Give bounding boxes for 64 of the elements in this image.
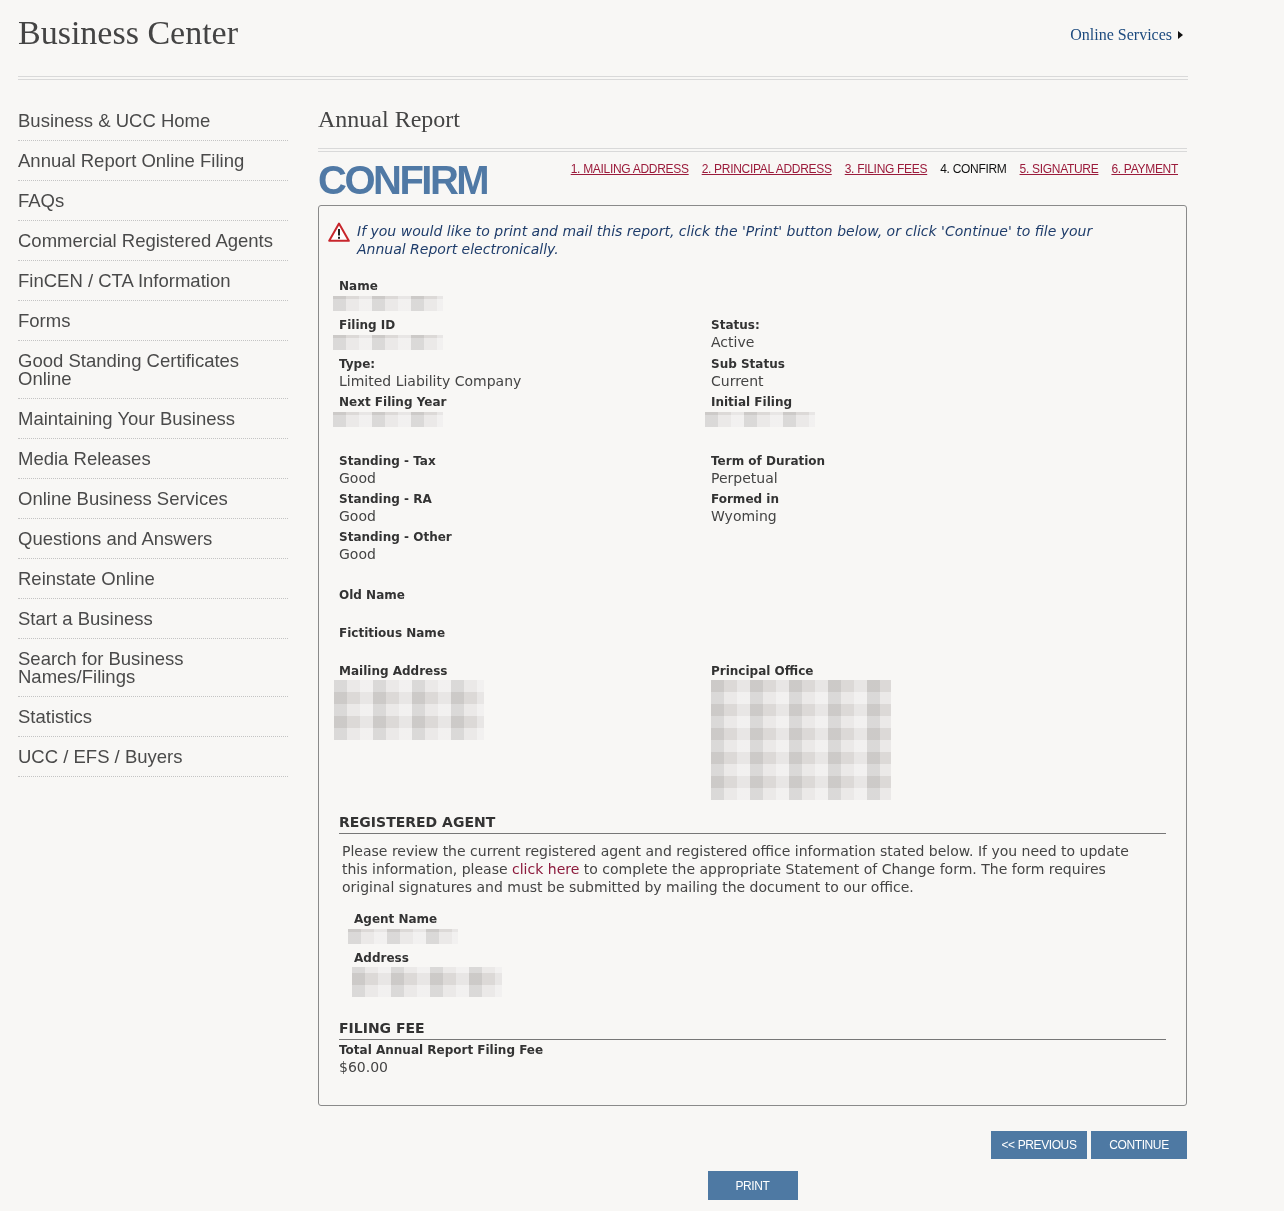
- sidebar-link[interactable]: Business & UCC Home: [18, 101, 288, 141]
- field-label: Next Filing Year: [339, 394, 448, 411]
- nav-button[interactable]: << PREVIOUS: [991, 1131, 1087, 1159]
- notice-text: If you would like to print and mail this report, click the 'Print' button below, or click 'Continue' to file your Annual Report electronically.: [357, 222, 1094, 258]
- field-label: Status:: [711, 317, 761, 334]
- step-link[interactable]: 3. FILING FEES: [844, 162, 928, 176]
- field-label: Address: [354, 950, 410, 967]
- field-value: Active: [711, 334, 756, 351]
- sidebar-link[interactable]: Search for Business Names/Filings: [18, 639, 288, 697]
- intro-paragraph: Please review the current registered agent and registered office information stated below. If you need to update this information, please click here to complete the appropriate Statement of Change form. The form requires original signatures and must be submitted by mailing the document to our office.: [341, 842, 1130, 896]
- step-link[interactable]: 5. SIGNATURE: [1019, 162, 1099, 176]
- field-value: Wyoming: [711, 508, 778, 525]
- sidebar-link[interactable]: Online Business Services: [18, 479, 288, 519]
- field-label: Fictitious Name: [339, 625, 446, 642]
- online-services-link[interactable]: Online Services: [1070, 25, 1183, 44]
- page-title: Annual Report: [318, 105, 461, 134]
- field-label: Sub Status: [711, 356, 786, 373]
- section-heading: FILING FEE: [339, 1019, 1166, 1040]
- sidebar-link[interactable]: Forms: [18, 301, 288, 341]
- fee-amount: $60.00: [339, 1059, 389, 1076]
- nav-button[interactable]: CONTINUE: [1091, 1131, 1187, 1159]
- sidebar-link[interactable]: Annual Report Online Filing: [18, 141, 288, 181]
- step-link[interactable]: 1. MAILING ADDRESS: [570, 162, 689, 176]
- field-label: Old Name: [339, 587, 406, 604]
- field-value: Perpetual: [711, 470, 779, 487]
- field-value: Good: [339, 508, 377, 525]
- sidebar-link[interactable]: Questions and Answers: [18, 519, 288, 559]
- field-value: Current: [711, 373, 765, 390]
- sidebar-link[interactable]: Good Standing Certificates Online: [18, 341, 288, 399]
- sidebar-link[interactable]: Statistics: [18, 697, 288, 737]
- sidebar-link[interactable]: Reinstate Online: [18, 559, 288, 599]
- step-link[interactable]: 2. PRINCIPAL ADDRESS: [701, 162, 832, 176]
- field-value: Limited Liability Company: [339, 373, 523, 390]
- field-label: Standing - Other: [339, 529, 453, 546]
- field-label: Agent Name: [354, 911, 439, 928]
- print-button[interactable]: PRINT: [707, 1171, 798, 1200]
- field-label: Term of Duration: [711, 453, 827, 470]
- sidebar-link[interactable]: UCC / EFS / Buyers: [18, 737, 288, 777]
- warning-icon: [328, 222, 350, 242]
- sidebar-link[interactable]: Start a Business: [18, 599, 288, 639]
- caret-right-icon: [1178, 30, 1183, 39]
- step-link[interactable]: 4. CONFIRM: [940, 162, 1007, 176]
- field-label: Mailing Address: [339, 663, 449, 680]
- field-label: Filing ID: [339, 317, 397, 334]
- step-title: CONFIRM: [318, 158, 488, 202]
- sidebar-link[interactable]: FinCEN / CTA Information: [18, 261, 288, 301]
- field-label: Standing - RA: [339, 491, 433, 508]
- field-label: Principal Office: [711, 663, 815, 680]
- field-label: Name: [339, 278, 379, 295]
- sidebar-link[interactable]: FAQs: [18, 181, 288, 221]
- sidebar-link[interactable]: Maintaining Your Business: [18, 399, 288, 439]
- field-label: Initial Filing: [711, 394, 794, 411]
- field-value: Good: [339, 546, 377, 563]
- section-heading: REGISTERED AGENT: [339, 813, 1166, 834]
- field-label: Standing - Tax: [339, 453, 437, 470]
- sidebar-link[interactable]: Media Releases: [18, 439, 288, 479]
- site-title: Business Center: [18, 13, 239, 53]
- click-here-link[interactable]: click here: [512, 861, 580, 877]
- field-label: Type:: [339, 356, 377, 373]
- field-value: Good: [339, 470, 377, 487]
- sidebar-link[interactable]: Commercial Registered Agents: [18, 221, 288, 261]
- field-label: Formed in: [711, 491, 780, 508]
- field-label: Total Annual Report Filing Fee: [339, 1042, 545, 1059]
- step-link[interactable]: 6. PAYMENT: [1111, 162, 1178, 176]
